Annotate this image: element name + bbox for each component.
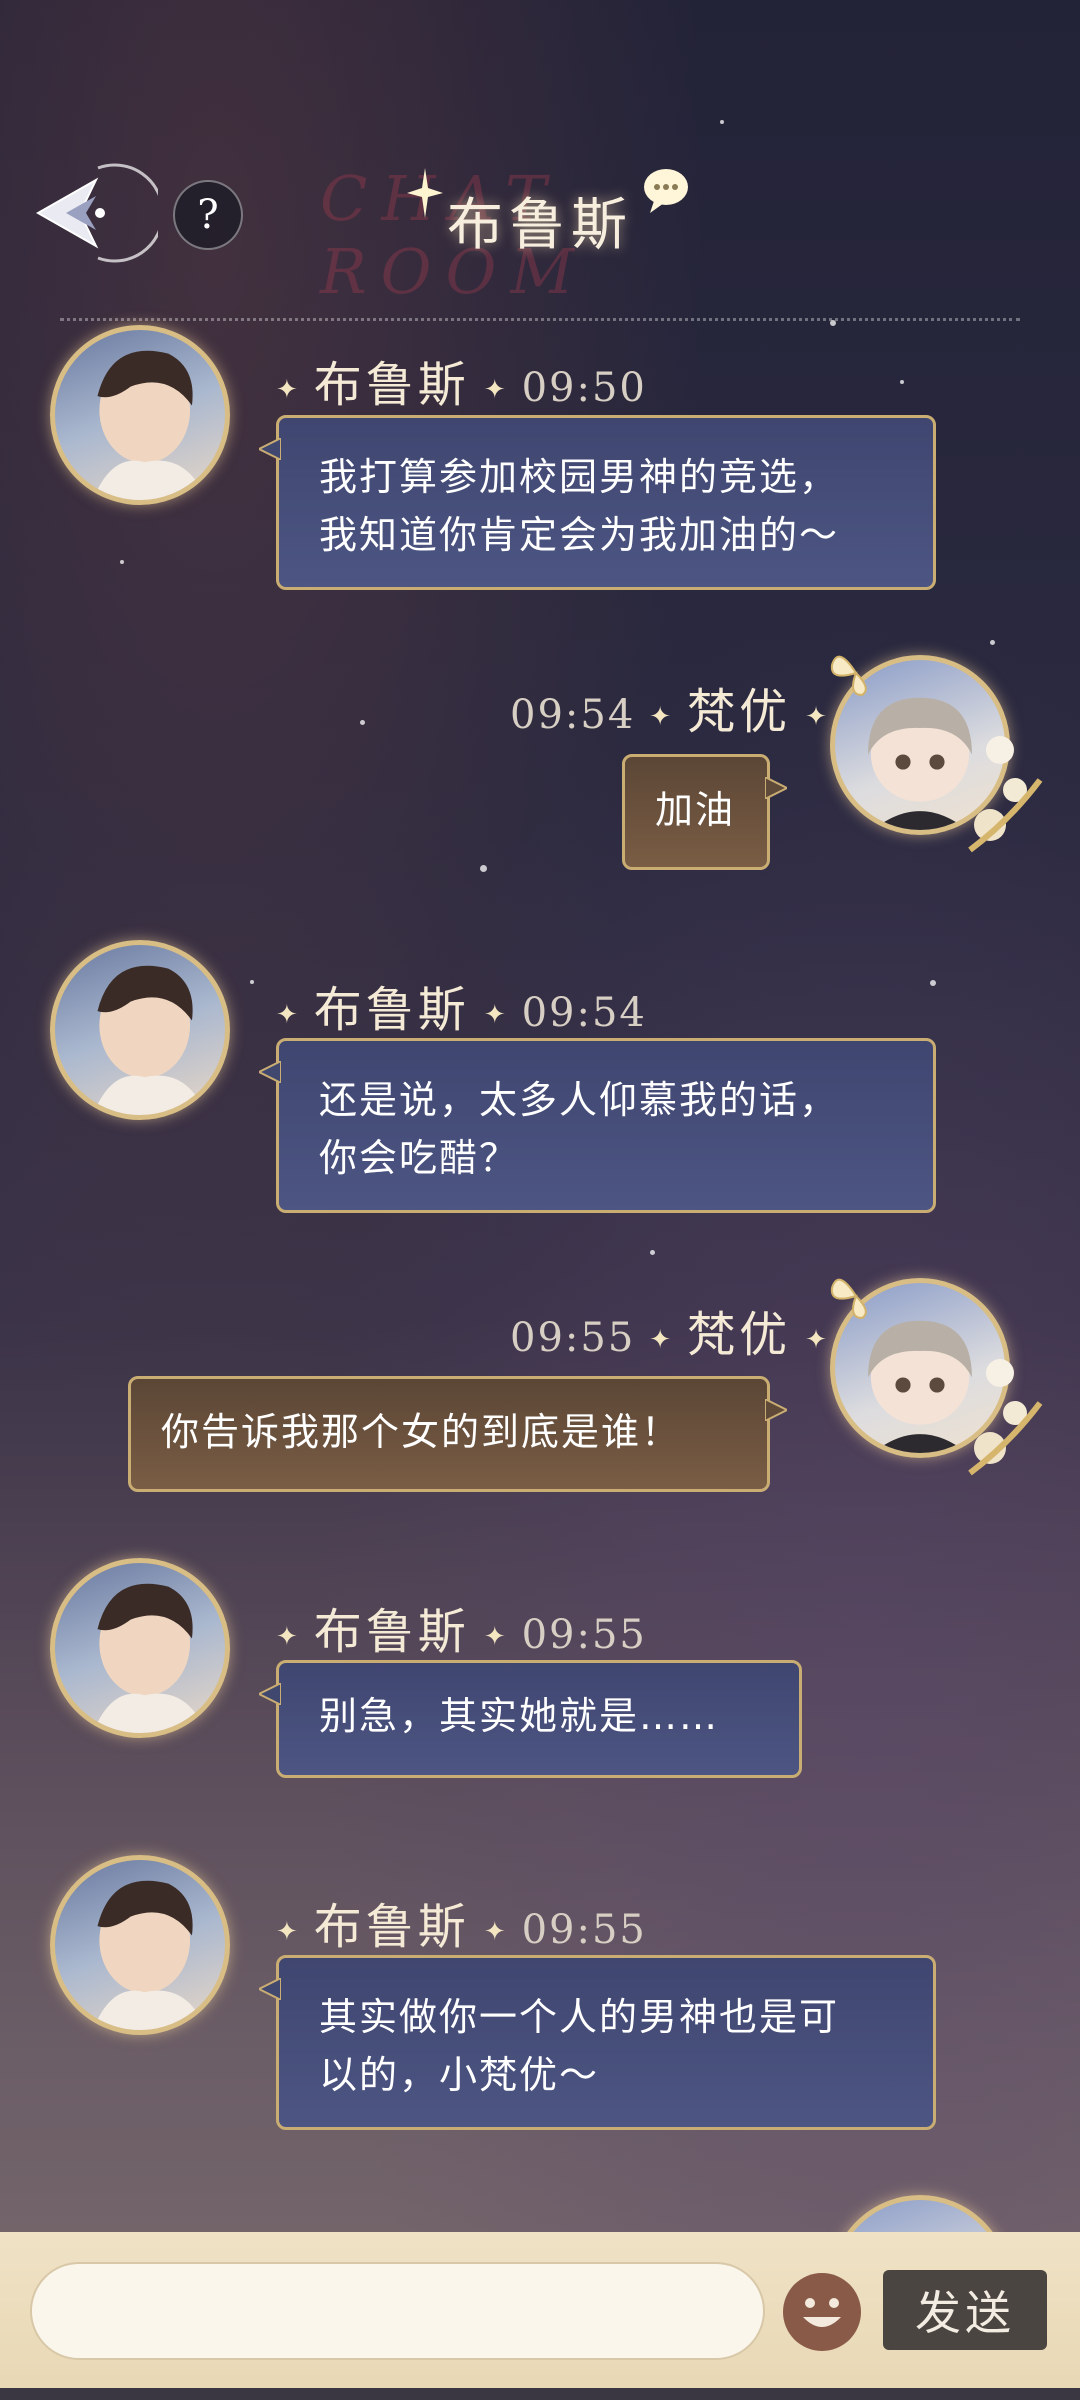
message-line: 加油 (655, 788, 736, 832)
avatar[interactable] (50, 1855, 230, 2035)
message-bubble[interactable]: 其实做你一个人的男神也是可 以的，小梵优～ (259, 1955, 936, 2130)
message-line: 其实做你一个人的男神也是可 (319, 1995, 840, 2039)
emoji-button[interactable] (783, 2273, 861, 2351)
message-line: 我打算参加校园男神的竞选， (319, 455, 840, 499)
send-button[interactable]: 发送 (883, 2270, 1047, 2350)
message-bubble[interactable]: 加油 (622, 754, 787, 870)
message-line: 以的，小梵优～ (319, 2053, 600, 2097)
male-avatar-image (92, 1583, 207, 1733)
message-meta: 09:55 ✦ 梵优 ✦ (510, 1307, 829, 1363)
message-time: 09:55 (510, 1315, 636, 1361)
avatar[interactable] (50, 1558, 230, 1738)
bubble-tail (259, 1683, 281, 1705)
message-line: 你会吃醋？ (319, 1136, 520, 1180)
flower-decoration-icon (968, 736, 1043, 853)
chat-bubble-icon (644, 169, 688, 213)
message-bubble[interactable]: 你告诉我那个女的到底是谁！ (128, 1376, 787, 1492)
message-time: 09:55 (521, 1907, 647, 1953)
message-meta: ✦ 布鲁斯 ✦ 09:55 (276, 1899, 647, 1955)
message-line: 还是说，太多人仰慕我的话， (319, 1078, 840, 1122)
message-time: 09:50 (521, 365, 647, 411)
message-meta: ✦ 布鲁斯 ✦ 09:55 (276, 1604, 647, 1660)
bubble-tail (259, 1978, 281, 2000)
message-bubble[interactable]: 还是说，太多人仰慕我的话， 你会吃醋？ (259, 1038, 936, 1213)
male-avatar-image (92, 1880, 207, 2030)
message-line: 别急，其实她就是…… (319, 1694, 720, 1738)
sender-name: 梵优 (687, 1307, 792, 1363)
bottom-strip (0, 2388, 1080, 2400)
message-meta: ✦ 布鲁斯 ✦ 09:54 (276, 982, 647, 1038)
message-meta: ✦ 布鲁斯 ✦ 09:50 (276, 357, 647, 413)
message-meta: 09:54 ✦ 梵优 ✦ (510, 684, 829, 740)
message-line: 我知道你肯定会为我加油的～ (319, 513, 840, 557)
sender-name: 布鲁斯 (313, 1604, 470, 1660)
bubble-tail (259, 1061, 281, 1083)
message-time: 09:54 (521, 990, 647, 1036)
bubble-tail (259, 438, 281, 460)
message-bubble[interactable]: 我打算参加校园男神的竞选， 我知道你肯定会为我加油的～ (259, 415, 936, 590)
avatar[interactable] (50, 325, 230, 505)
avatar[interactable] (50, 940, 230, 1120)
message-time: 09:54 (510, 692, 636, 738)
header-divider (60, 318, 1020, 321)
male-avatar-image (92, 350, 207, 500)
message-input[interactable] (30, 2262, 765, 2360)
bubble-tail (765, 1399, 787, 1421)
message-time: 09:55 (521, 1612, 647, 1658)
emoji-icon (803, 2298, 841, 2327)
sender-name: 布鲁斯 (313, 982, 470, 1038)
male-avatar-image (92, 965, 207, 1115)
chat-title: 布鲁斯 (447, 193, 633, 258)
bubble-tail (765, 777, 787, 799)
sender-name: 梵优 (687, 684, 792, 740)
message-line: 你告诉我那个女的到底是谁！ (161, 1410, 682, 1454)
flower-decoration-icon (968, 1359, 1043, 1476)
sender-name: 布鲁斯 (313, 357, 470, 413)
sender-name: 布鲁斯 (313, 1899, 470, 1955)
message-bubble[interactable]: 别急，其实她就是…… (259, 1660, 802, 1778)
